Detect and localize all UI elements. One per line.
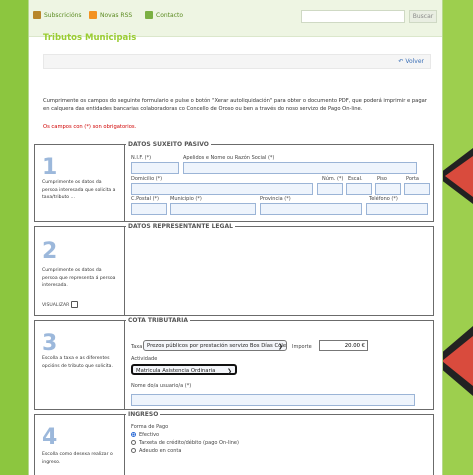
payment-option-debit[interactable]: Adeudo en conta (131, 448, 181, 454)
username-label: Nome do/a usuario/a (*) (131, 383, 192, 389)
payment-method-label: Forma de Pago (131, 424, 169, 430)
municipality-input[interactable] (170, 203, 256, 215)
activity-label: Actividade (131, 356, 158, 362)
amount-input[interactable]: 20.00 € (319, 340, 368, 351)
number-label: Núm. (*) (322, 176, 344, 182)
radio-selected[interactable] (131, 432, 136, 437)
postal-label: C.Postal (*) (131, 196, 159, 202)
chevron-down-icon: ❯ (277, 343, 283, 350)
step-description: Cumprimente os datos da persoa interesad… (42, 180, 116, 201)
contact-icon (145, 11, 153, 19)
province-input[interactable] (260, 203, 362, 215)
username-input[interactable] (131, 394, 415, 406)
province-label: Provincia (*) (260, 196, 291, 202)
floor-input[interactable] (375, 183, 401, 195)
payment-option-cash[interactable]: Efectivo (131, 432, 159, 438)
rss-icon (89, 11, 97, 19)
address-input[interactable] (131, 183, 313, 195)
visualize-checkbox[interactable] (70, 301, 78, 308)
door-label: Porta (406, 176, 419, 182)
section-legend: DATOS REPRESENTANTE LEGAL (126, 223, 235, 230)
visualize-toggle[interactable]: VISUALIZAR (42, 301, 78, 308)
tax-label: Taxa (131, 344, 143, 350)
subscriptions-link[interactable]: Subscricións (33, 11, 82, 19)
chevron-down-icon: ❯ (226, 368, 232, 375)
stair-input[interactable] (346, 183, 372, 195)
address-label: Domicilio (*) (131, 176, 163, 182)
section-representative: 2 Cumprimente os datos da persoa que rep… (34, 223, 434, 316)
payment-option-card[interactable]: Tarxeta de crédito/débito (pago On-line) (131, 440, 239, 446)
contact-link[interactable]: Contacto (145, 11, 183, 19)
step-description: Escolla a taxa e as diferentes opcións d… (42, 356, 113, 369)
step-number: 2 (42, 239, 58, 264)
activity-select[interactable]: Matricula Asistencia Ordinaria ❯ (131, 364, 237, 375)
required-note: Os campos con (*) son obrigatorios. (43, 124, 137, 130)
page: Subscricións Novas RSS Contacto Buscar T… (28, 0, 443, 475)
intro-text: Cumprimente os campos do seguinte formul… (43, 98, 427, 113)
section-tax-quota: 3 Escolla a taxa e as diferentes opcións… (34, 317, 434, 410)
door-input[interactable] (404, 183, 430, 195)
stair-label: Escal. (348, 176, 363, 182)
back-bar: ↶ Volver (43, 54, 431, 69)
section-payment: 4 Escolla como desexa realizar o ingreso… (34, 411, 434, 475)
section-legend: COTA TRIBUTARIA (126, 317, 191, 324)
step-number: 3 (42, 331, 58, 356)
side-background (441, 0, 473, 475)
step-description: Cumprimente os datos da persoa que repre… (42, 268, 116, 289)
search-input[interactable] (301, 10, 405, 23)
name-label: Apelidos e Nome ou Razón Social (*) (183, 155, 275, 161)
radio[interactable] (131, 448, 136, 453)
section-legend: DATOS SUXEITO PASIVO (126, 141, 211, 148)
section-side: 2 Cumprimente os datos da persoa que rep… (35, 227, 125, 315)
floor-label: Piso (377, 176, 387, 182)
name-input[interactable] (183, 162, 417, 174)
step-number: 1 (42, 155, 58, 180)
back-link[interactable]: ↶ Volver (398, 58, 424, 65)
step-number: 4 (42, 425, 58, 450)
section-legend: INGRESO (126, 411, 161, 418)
top-bar: Subscricións Novas RSS Contacto Buscar (29, 0, 442, 37)
section-side: 1 Cumprimente os datos da persoa interes… (35, 145, 125, 221)
section-side: 3 Escolla a taxa e as diferentes opcións… (35, 321, 125, 409)
nif-input[interactable] (131, 162, 179, 174)
rss-link[interactable]: Novas RSS (89, 11, 132, 19)
phone-label: Teléfono (*) (369, 196, 398, 202)
radio[interactable] (131, 440, 136, 445)
nif-label: N.I.F. (*) (131, 155, 152, 161)
postal-input[interactable] (131, 203, 167, 215)
section-taxpayer: 1 Cumprimente os datos da persoa interes… (34, 141, 434, 222)
page-title: Tributos Municipais (43, 33, 137, 43)
step-description: Escolla como desexa realizar o ingreso. (42, 452, 113, 465)
municipality-label: Municipio (*) (170, 196, 202, 202)
subscription-icon (33, 11, 41, 19)
search-button[interactable]: Buscar (409, 10, 437, 23)
number-input[interactable] (317, 183, 343, 195)
section-side: 4 Escolla como desexa realizar o ingreso… (35, 415, 125, 475)
phone-input[interactable] (366, 203, 428, 215)
tax-select[interactable]: Prezos públicos por prestación servizo B… (143, 340, 287, 351)
amount-label: Importe (292, 344, 312, 350)
